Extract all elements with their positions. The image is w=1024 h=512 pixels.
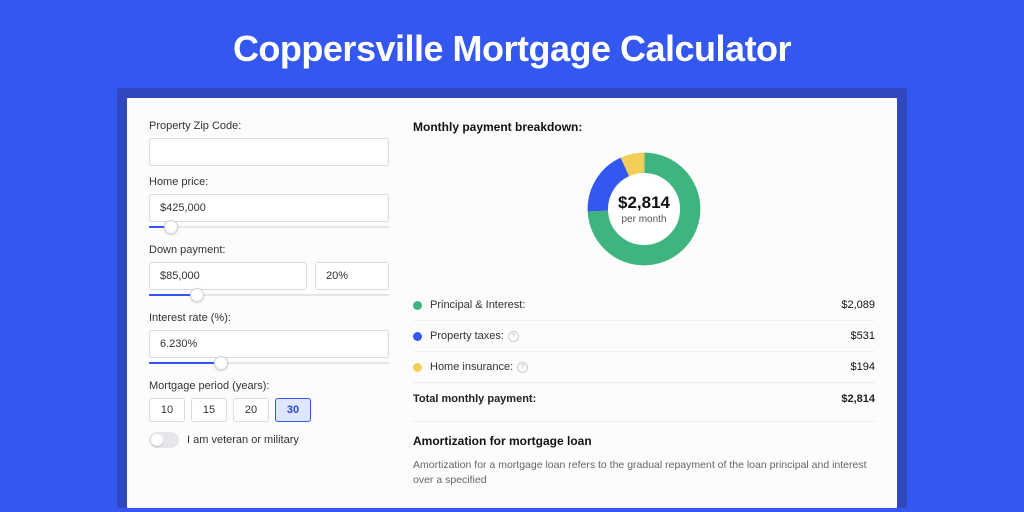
calculator-card: Property Zip Code: Home price: Down paym… [127, 98, 897, 508]
legend-dot-icon [413, 332, 422, 341]
legend-dot-icon [413, 363, 422, 372]
down-payment-input[interactable] [149, 262, 307, 290]
legend-label-pi: Principal & Interest: [430, 299, 841, 311]
down-payment-field: Down payment: [149, 244, 389, 302]
home-price-input[interactable] [149, 194, 389, 222]
slider-rest [221, 362, 389, 364]
zip-input[interactable] [149, 138, 389, 166]
donut-amount: $2,814 [618, 193, 670, 213]
donut-sub: per month [621, 214, 666, 225]
period-option-15[interactable]: 15 [191, 398, 227, 422]
slider-fill [149, 362, 221, 364]
period-option-30[interactable]: 30 [275, 398, 311, 422]
legend-label-text: Principal & Interest: [430, 299, 525, 311]
slider-thumb[interactable] [214, 356, 228, 370]
inputs-column: Property Zip Code: Home price: Down paym… [149, 120, 389, 508]
page-title: Coppersville Mortgage Calculator [0, 0, 1024, 88]
down-payment-row [149, 262, 389, 290]
home-price-field: Home price: [149, 176, 389, 234]
legend-row-total: Total monthly payment: $2,814 [413, 382, 875, 417]
results-column: Monthly payment breakdown: $2,814 per mo… [413, 120, 875, 508]
home-price-slider[interactable] [149, 220, 389, 234]
legend-value-tax: $531 [851, 330, 875, 342]
legend-label-ins: Home insurance: ? [430, 361, 851, 373]
help-icon[interactable]: ? [508, 331, 519, 342]
legend-row-ins: Home insurance: ? $194 [413, 351, 875, 382]
help-icon[interactable]: ? [517, 362, 528, 373]
legend-dot-icon [413, 301, 422, 310]
total-value: $2,814 [841, 393, 875, 405]
interest-rate-field: Interest rate (%): [149, 312, 389, 370]
calculator-frame: Property Zip Code: Home price: Down paym… [117, 88, 907, 508]
mortgage-period-field: Mortgage period (years): 10 15 20 30 [149, 380, 389, 422]
down-payment-percent-input[interactable] [315, 262, 389, 290]
donut-center: $2,814 per month [583, 148, 705, 270]
legend-value-ins: $194 [851, 361, 875, 373]
legend-label-tax: Property taxes: ? [430, 330, 851, 342]
veteran-row: I am veteran or military [149, 432, 389, 448]
zip-field: Property Zip Code: [149, 120, 389, 166]
home-price-label: Home price: [149, 176, 389, 188]
period-option-10[interactable]: 10 [149, 398, 185, 422]
amortization-section: Amortization for mortgage loan Amortizat… [413, 421, 875, 488]
toggle-knob [151, 434, 163, 446]
down-payment-label: Down payment: [149, 244, 389, 256]
amortization-text: Amortization for a mortgage loan refers … [413, 458, 875, 488]
slider-rest [171, 226, 389, 228]
veteran-label: I am veteran or military [187, 434, 299, 446]
legend-label-text: Property taxes: [430, 330, 504, 342]
donut-chart: $2,814 per month [583, 148, 705, 270]
total-label: Total monthly payment: [413, 393, 536, 405]
breakdown-heading: Monthly payment breakdown: [413, 120, 875, 134]
period-option-20[interactable]: 20 [233, 398, 269, 422]
donut-chart-area: $2,814 per month [413, 144, 875, 284]
interest-rate-label: Interest rate (%): [149, 312, 389, 324]
slider-thumb[interactable] [164, 220, 178, 234]
legend-label-text: Home insurance: [430, 361, 513, 373]
legend: Principal & Interest: $2,089 Property ta… [413, 290, 875, 417]
interest-rate-input[interactable] [149, 330, 389, 358]
slider-rest [197, 294, 389, 296]
mortgage-period-options: 10 15 20 30 [149, 398, 389, 422]
interest-rate-slider[interactable] [149, 356, 389, 370]
down-payment-slider[interactable] [149, 288, 389, 302]
mortgage-period-label: Mortgage period (years): [149, 380, 389, 392]
legend-row-pi: Principal & Interest: $2,089 [413, 290, 875, 320]
legend-value-pi: $2,089 [841, 299, 875, 311]
veteran-toggle[interactable] [149, 432, 179, 448]
zip-label: Property Zip Code: [149, 120, 389, 132]
legend-row-tax: Property taxes: ? $531 [413, 320, 875, 351]
amortization-heading: Amortization for mortgage loan [413, 434, 875, 448]
slider-thumb[interactable] [190, 288, 204, 302]
